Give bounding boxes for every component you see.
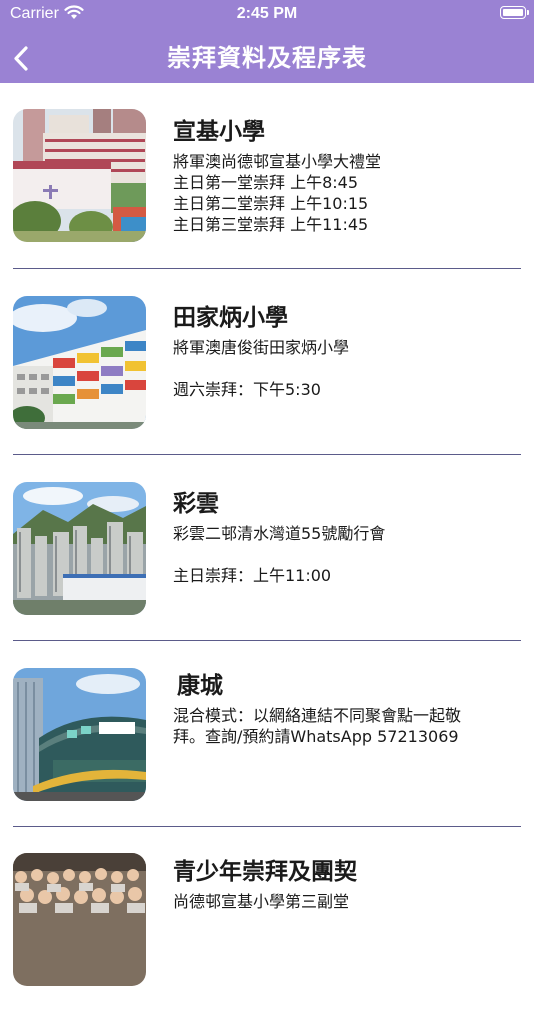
venue-address: 彩雲二邨清水灣道55號勵行會 <box>173 524 386 543</box>
battery-icon <box>500 6 529 19</box>
venue-item[interactable]: 青少年崇拜及團契 尚德邨宣基小學第三副堂 <box>0 827 534 1013</box>
venue-item[interactable]: 田家炳小學 將軍澳唐俊街田家炳小學 週六崇拜：下午5:30 <box>0 269 534 455</box>
venue-photo <box>13 482 146 615</box>
venue-name: 宣基小學 <box>173 119 265 145</box>
venue-list: 宣基小學 將軍澳尚德邨宣基小學大禮堂 主日第一堂崇拜 上午8:45 主日第二堂崇… <box>0 83 534 1013</box>
venue-text: 田家炳小學 將軍澳唐俊街田家炳小學 週六崇拜：下午5:30 <box>173 303 524 400</box>
venue-contact: 拜。查詢/預約請WhatsApp 57213069 <box>173 727 459 746</box>
venue-photo <box>13 296 146 429</box>
status-bar: Carrier 2:45 PM <box>0 0 534 30</box>
venue-photo <box>13 668 146 801</box>
venue-name: 青少年崇拜及團契 <box>173 859 357 885</box>
venue-name: 康城 <box>177 673 223 699</box>
venue-address: 尚德邨宣基小學第三副堂 <box>173 892 350 911</box>
venue-text: 宣基小學 將軍澳尚德邨宣基小學大禮堂 主日第一堂崇拜 上午8:45 主日第二堂崇… <box>173 117 524 235</box>
service-time: 主日崇拜：上午11:00 <box>173 566 332 585</box>
venue-photo <box>13 109 146 242</box>
venue-item[interactable]: 彩雲 彩雲二邨清水灣道55號勵行會 主日崇拜：上午11:00 <box>0 455 534 641</box>
venue-item[interactable]: 康城 混合模式：以網絡連結不同聚會點一起敬 拜。查詢/預約請WhatsApp 5… <box>0 641 534 827</box>
venue-address: 將軍澳唐俊街田家炳小學 <box>173 338 350 357</box>
page-title: 崇拜資料及程序表 <box>167 44 367 72</box>
venue-item[interactable]: 宣基小學 將軍澳尚德邨宣基小學大禮堂 主日第一堂崇拜 上午8:45 主日第二堂崇… <box>0 83 534 269</box>
nav-header: Carrier 2:45 PM 崇拜資料及程序表 <box>0 0 534 83</box>
venue-address: 將軍澳尚德邨宣基小學大禮堂 <box>173 152 382 171</box>
service-time: 主日第二堂崇拜 上午10:15 <box>173 194 369 213</box>
venue-photo <box>13 853 146 986</box>
service-time: 主日第三堂崇拜 上午11:45 <box>173 215 369 234</box>
status-time: 2:45 PM <box>236 5 298 22</box>
venue-text: 青少年崇拜及團契 尚德邨宣基小學第三副堂 <box>173 857 524 912</box>
service-time: 主日第一堂崇拜 上午8:45 <box>173 173 359 192</box>
venue-text: 彩雲 彩雲二邨清水灣道55號勵行會 主日崇拜：上午11:00 <box>173 489 524 586</box>
venue-name: 彩雲 <box>173 491 219 517</box>
service-time: 週六崇拜：下午5:30 <box>173 380 321 399</box>
venue-name: 田家炳小學 <box>173 305 288 331</box>
venue-text: 康城 混合模式：以網絡連結不同聚會點一起敬 拜。查詢/預約請WhatsApp 5… <box>173 671 524 747</box>
venue-description: 混合模式：以網絡連結不同聚會點一起敬 <box>173 706 462 725</box>
